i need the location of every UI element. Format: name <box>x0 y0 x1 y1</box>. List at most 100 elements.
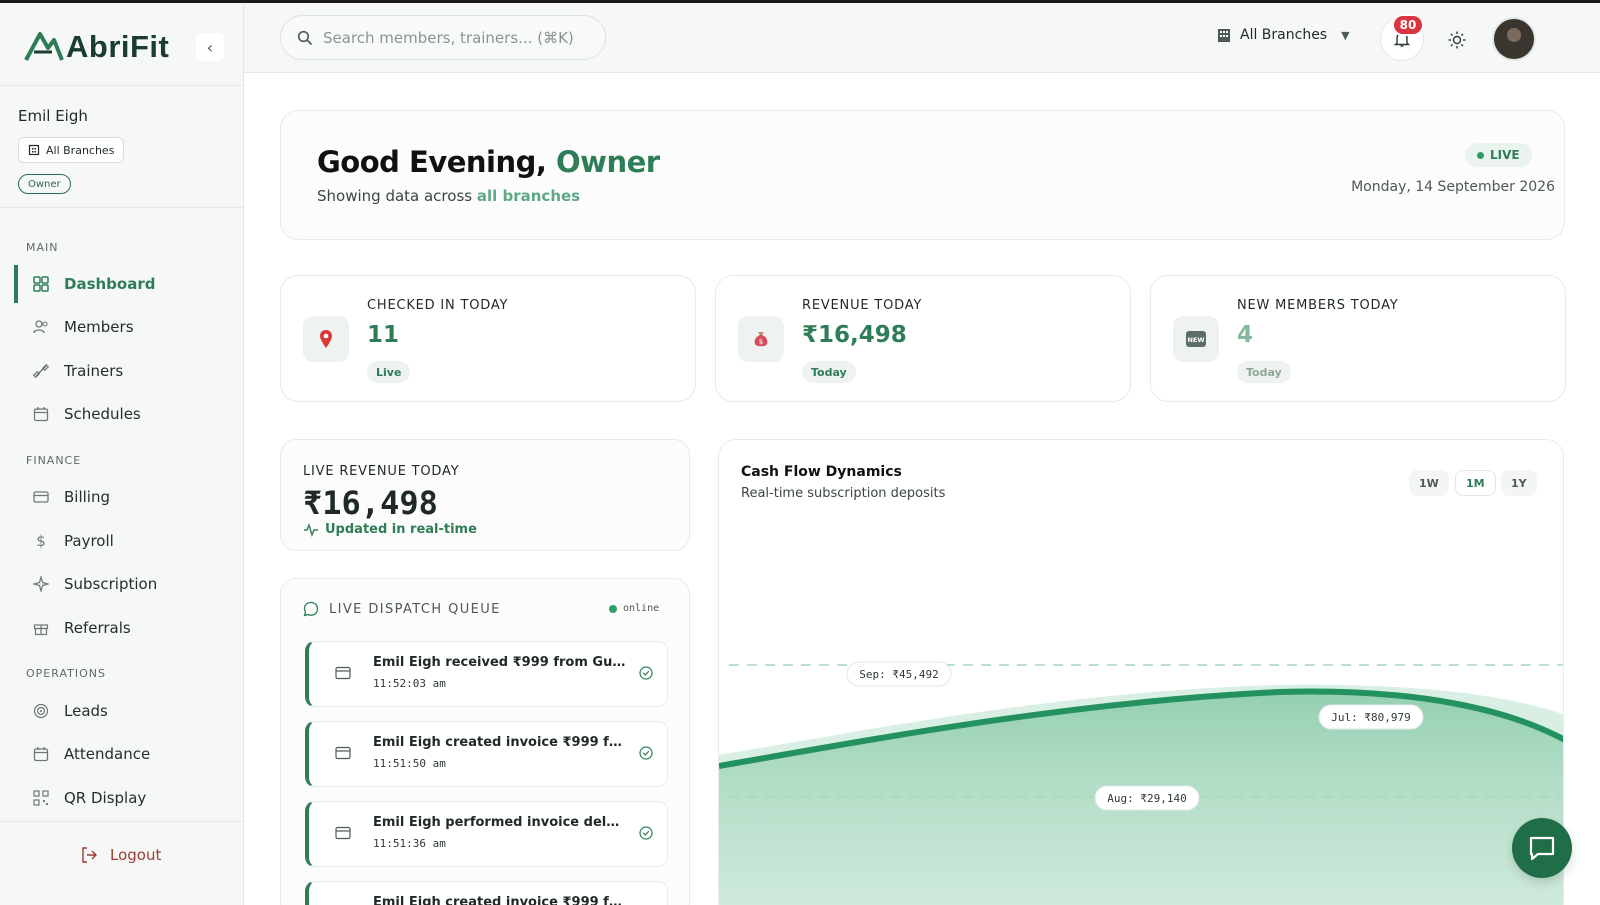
queue-item[interactable]: Emil Eigh created invoice ₹999 for D... <box>305 881 668 905</box>
collapse-sidebar-button[interactable]: ‹ <box>196 33 224 61</box>
user-avatar[interactable] <box>1492 17 1536 61</box>
branch-chip-label: All Branches <box>46 143 115 157</box>
chart-tooltip: Jul: ₹80,979 <box>1318 704 1424 730</box>
chart-label-sep: Sep: ₹45,492 <box>859 668 938 681</box>
queue-item[interactable]: Emil Eigh performed invoice deleted ... … <box>305 801 668 867</box>
sidebar-item-label: Subscription <box>64 575 158 593</box>
queue-item-time: 11:51:36 am <box>373 837 446 850</box>
section-label-finance: FINANCE <box>26 454 82 467</box>
range-button-1y[interactable]: 1Y <box>1501 470 1537 496</box>
chat-fab-button[interactable] <box>1512 818 1572 878</box>
theme-toggle-button[interactable] <box>1440 23 1474 57</box>
queue-item[interactable]: Emil Eigh created invoice ₹999 for F... … <box>305 721 668 787</box>
sidebar-item-schedules[interactable]: Schedules <box>14 395 228 433</box>
sidebar-item-label: Schedules <box>64 405 141 423</box>
range-button-1m[interactable]: 1M <box>1455 470 1496 496</box>
sidebar-item-subscription[interactable]: Subscription <box>14 565 228 603</box>
sidebar-item-trainers[interactable]: Trainers <box>14 352 228 390</box>
queue-status-label: online <box>623 603 660 614</box>
caret-down-icon: ▼ <box>1341 28 1350 42</box>
greeting-sub-highlight: all branches <box>476 187 581 205</box>
greeting-role: Owner <box>556 145 660 179</box>
queue-item[interactable]: Emil Eigh received ₹999 from Gunn 11:52:… <box>305 641 668 707</box>
search-icon <box>297 30 313 45</box>
sparkle-icon <box>32 575 50 593</box>
stat-card-new-members: NEW NEW MEMBERS TODAY 4 Today <box>1150 275 1566 402</box>
live-badge: LIVE <box>1465 143 1532 167</box>
queue-item-text: Emil Eigh received ₹999 from Gunn <box>373 655 627 670</box>
sidebar-item-referrals[interactable]: Referrals <box>14 609 228 647</box>
divider <box>0 207 243 208</box>
sidebar-item-members[interactable]: Members <box>14 308 228 346</box>
sidebar-item-billing[interactable]: Billing <box>14 478 228 516</box>
new-badge-icon: NEW <box>1173 316 1219 362</box>
live-revenue-card: LIVE REVENUE TODAY ₹16,498 Updated in re… <box>280 439 690 551</box>
stat-card-checked-in: CHECKED IN TODAY 11 Live <box>280 275 696 402</box>
activity-icon <box>304 522 318 537</box>
check-circle-icon <box>639 666 653 680</box>
sidebar-item-payroll[interactable]: $ Payroll <box>14 522 228 560</box>
greeting-subtitle: Showing data across all branches <box>317 187 580 205</box>
live-revenue-sub: Updated in real-time <box>325 522 477 537</box>
sidebar-item-label: Payroll <box>64 532 114 550</box>
stat-chip: Today <box>1237 361 1291 383</box>
calendar-icon <box>32 405 50 423</box>
branch-chip[interactable]: All Branches <box>18 137 125 163</box>
sidebar-item-attendance[interactable]: Attendance <box>14 735 228 773</box>
queue-item-time: 11:51:50 am <box>373 757 446 770</box>
cash-flow-title: Cash Flow Dynamics <box>741 464 902 480</box>
range-button-1w[interactable]: 1W <box>1409 470 1449 496</box>
queue-status: online <box>609 603 659 614</box>
building-icon <box>28 144 40 156</box>
sidebar-item-qr-display[interactable]: QR Display <box>14 779 228 817</box>
stat-chip: Live <box>367 361 411 383</box>
logout-button[interactable]: Logout <box>80 846 161 864</box>
calendar-icon <box>32 745 50 763</box>
stat-label: NEW MEMBERS TODAY <box>1237 298 1399 313</box>
qr-icon <box>32 789 50 807</box>
card-icon <box>32 488 50 506</box>
trainers-icon <box>32 362 50 380</box>
user-name: Emil Eigh <box>18 107 88 125</box>
queue-item-text: Emil Eigh created invoice ₹999 for F... <box>373 735 627 750</box>
online-dot-icon <box>609 604 617 613</box>
logout-label: Logout <box>110 846 162 864</box>
stat-label: REVENUE TODAY <box>802 298 923 313</box>
chart-label-aug: Aug: ₹29,140 <box>1107 792 1186 805</box>
app-logo[interactable]: AbriFit <box>24 29 169 65</box>
sidebar-item-label: Leads <box>64 702 108 720</box>
section-label-operations: OPERATIONS <box>26 667 106 680</box>
dashboard-icon <box>32 275 50 293</box>
live-revenue-value: ₹16,498 <box>303 484 438 522</box>
building-icon <box>1218 29 1230 42</box>
sidebar-item-dashboard[interactable]: Dashboard <box>14 265 228 303</box>
section-label-main: MAIN <box>26 241 59 254</box>
live-revenue-label: LIVE REVENUE TODAY <box>303 464 460 479</box>
search-input[interactable]: Search members, trainers... (⌘K) <box>280 15 606 60</box>
chart-tooltip: Sep: ₹45,492 <box>846 661 952 687</box>
stat-chip: Today <box>802 361 856 383</box>
sidebar-item-label: Members <box>64 318 134 336</box>
divider <box>0 821 243 822</box>
card-icon <box>335 666 351 680</box>
card-icon <box>335 826 351 840</box>
live-revenue-status: Updated in real-time <box>303 522 477 537</box>
app-name: AbriFit <box>66 29 170 64</box>
check-circle-icon <box>639 826 653 840</box>
current-date: Monday, 14 September 2026 <box>1351 179 1555 195</box>
stat-value: 4 <box>1237 322 1254 348</box>
sidebar-item-leads[interactable]: Leads <box>14 692 228 730</box>
gift-icon <box>32 619 50 637</box>
sun-icon <box>1448 31 1466 49</box>
greeting-card: Good Evening, Owner Showing data across … <box>280 110 1565 240</box>
members-icon <box>32 318 50 336</box>
chat-icon <box>1529 836 1555 861</box>
chart-label-jul: Jul: ₹80,979 <box>1331 711 1410 724</box>
sidebar-item-label: QR Display <box>64 789 147 807</box>
branch-select[interactable]: All Branches ▼ <box>1216 27 1350 43</box>
logo-mark-icon <box>24 32 64 61</box>
svg-text:NEW: NEW <box>1187 336 1204 344</box>
chart-tooltip: Aug: ₹29,140 <box>1094 785 1200 811</box>
greeting-sub-prefix: Showing data across <box>317 187 473 205</box>
dispatch-queue-title: LIVE DISPATCH QUEUE <box>329 601 501 617</box>
